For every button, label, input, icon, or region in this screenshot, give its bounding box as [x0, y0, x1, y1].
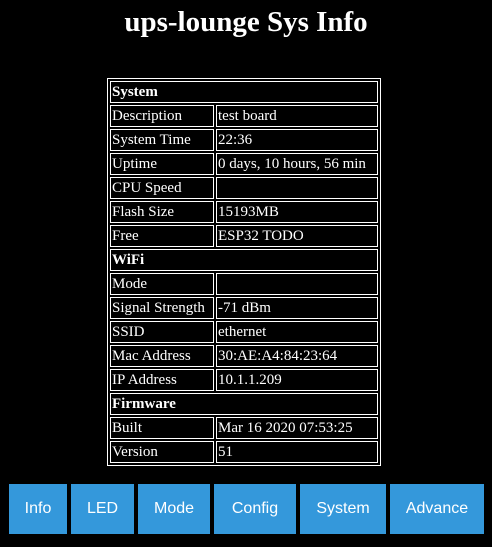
section-heading-system: System — [110, 81, 378, 103]
row-value: ESP32 TODO — [216, 225, 378, 247]
table-row: Flash Size 15193MB — [110, 201, 378, 223]
nav-button-led[interactable]: LED — [71, 484, 134, 534]
table-row: Signal Strength -71 dBm — [110, 297, 378, 319]
row-label: Uptime — [110, 153, 214, 175]
table-row: Free ESP32 TODO — [110, 225, 378, 247]
row-label: Built — [110, 417, 214, 439]
section-header-row: Firmware — [110, 393, 378, 415]
row-value: 0 days, 10 hours, 56 min — [216, 153, 378, 175]
nav-button-mode[interactable]: Mode — [138, 484, 210, 534]
table-row: Mac Address 30:AE:A4:84:23:64 — [110, 345, 378, 367]
table-row: Description test board — [110, 105, 378, 127]
table-row: SSID ethernet — [110, 321, 378, 343]
section-header-row: System — [110, 81, 378, 103]
row-label: Description — [110, 105, 214, 127]
table-row: IP Address 10.1.1.209 — [110, 369, 378, 391]
row-value: test board — [216, 105, 378, 127]
page-title: ups-lounge Sys Info — [124, 6, 368, 38]
row-label: System Time — [110, 129, 214, 151]
row-label: Flash Size — [110, 201, 214, 223]
table-row: Built Mar 16 2020 07:53:25 — [110, 417, 378, 439]
row-label: CPU Speed — [110, 177, 214, 199]
row-value: 22:36 — [216, 129, 378, 151]
row-label: Signal Strength — [110, 297, 214, 319]
row-value: -71 dBm — [216, 297, 378, 319]
row-value: 15193MB — [216, 201, 378, 223]
row-label: Free — [110, 225, 214, 247]
section-heading-firmware: Firmware — [110, 393, 378, 415]
row-label: Mac Address — [110, 345, 214, 367]
row-value: 30:AE:A4:84:23:64 — [216, 345, 378, 367]
row-value: ethernet — [216, 321, 378, 343]
nav-button-system[interactable]: System — [300, 484, 386, 534]
section-header-row: WiFi — [110, 249, 378, 271]
row-value: Mar 16 2020 07:53:25 — [216, 417, 378, 439]
table-row: Uptime 0 days, 10 hours, 56 min — [110, 153, 378, 175]
table-row: Mode — [110, 273, 378, 295]
row-value — [216, 273, 378, 295]
table-row: System Time 22:36 — [110, 129, 378, 151]
row-value: 51 — [216, 441, 378, 463]
row-label: IP Address — [110, 369, 214, 391]
sys-info-table: System Description test board System Tim… — [107, 78, 381, 466]
nav-button-advance[interactable]: Advance — [390, 484, 484, 534]
row-value — [216, 177, 378, 199]
section-heading-wifi: WiFi — [110, 249, 378, 271]
table-row: CPU Speed — [110, 177, 378, 199]
row-value: 10.1.1.209 — [216, 369, 378, 391]
table-row: Version 51 — [110, 441, 378, 463]
row-label: Version — [110, 441, 214, 463]
row-label: SSID — [110, 321, 214, 343]
nav-button-config[interactable]: Config — [214, 484, 296, 534]
nav-button-info[interactable]: Info — [9, 484, 67, 534]
row-label: Mode — [110, 273, 214, 295]
nav-bar: Info LED Mode Config System Advance — [9, 484, 484, 534]
